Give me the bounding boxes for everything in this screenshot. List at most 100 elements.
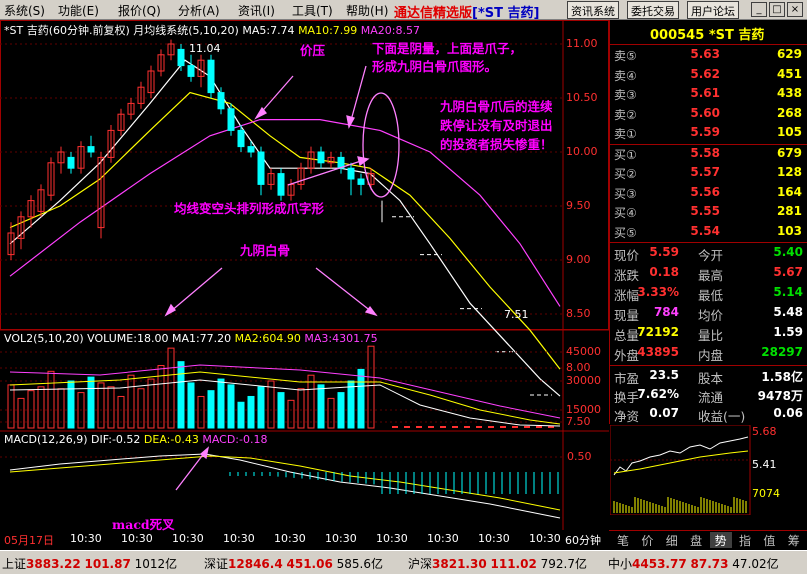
sh-label: 上证: [2, 557, 27, 571]
macd-dea: DEA:-0.43: [143, 433, 199, 446]
sz-index[interactable]: 深证12846.4 451.06 585.6亿: [204, 555, 383, 572]
stat-value: 28297: [761, 345, 803, 359]
ask-row[interactable]: 卖④ 5.62 451: [610, 66, 807, 85]
candle-body: [177, 48, 185, 67]
quote-separator: [610, 44, 807, 45]
stat-value: 1.59: [773, 325, 803, 339]
ask-volume: 105: [776, 125, 802, 139]
fund-key: 收益(一): [698, 409, 746, 424]
tab-1[interactable]: 价: [636, 532, 658, 548]
volume-label: VOL2(5,10,20) VOLUME:18.00: [4, 332, 169, 345]
candle-body: [317, 151, 325, 164]
bid-row[interactable]: 买② 5.57 128: [610, 164, 807, 183]
info-system-button[interactable]: 资讯系统: [567, 1, 619, 19]
menu-quote[interactable]: 报价(Q): [118, 2, 161, 19]
annotation-nine-yin: 九阴白骨: [240, 243, 291, 258]
volume-info-line: VOL2(5,10,20) VOLUME:18.00 MA1:77.20 MA2…: [4, 332, 378, 345]
sh-amount: 1012亿: [134, 557, 178, 571]
bid-volume: 679: [776, 145, 802, 160]
annotation-pressure: 价压: [300, 43, 326, 58]
bid-volume: 281: [776, 204, 802, 218]
tab-5[interactable]: 指: [734, 532, 756, 548]
annotation-claw-2: 形成九阴白骨爪图形。: [372, 59, 498, 74]
fund-key: 股本: [698, 371, 724, 386]
ask-label: 卖④: [614, 68, 637, 83]
volume-bar: [347, 380, 355, 429]
sz-amount: 585.6亿: [336, 557, 383, 571]
hs-index[interactable]: 沪深3821.30 111.02 792.7亿: [408, 555, 587, 572]
time-axis-label: 10:30: [121, 532, 153, 545]
ask-row[interactable]: 卖③ 5.61 438: [610, 85, 807, 104]
sh-index[interactable]: 上证3883.22 101.87 1012亿: [2, 555, 177, 572]
zx-index[interactable]: 中小4453.77 87.73 47.02亿: [608, 555, 779, 572]
tab-6[interactable]: 值: [758, 532, 780, 548]
candle-body: [277, 173, 285, 196]
menu-system[interactable]: 系统(S): [4, 2, 45, 19]
candle-body: [237, 129, 245, 148]
time-axis-label: 10:30: [427, 532, 459, 545]
zx-label: 中小: [608, 557, 633, 571]
candle-body: [67, 156, 75, 169]
tab-0[interactable]: 笔: [612, 532, 634, 548]
time-axis-label: 10:30: [70, 532, 102, 545]
price-axis-label: 9.00: [566, 253, 591, 266]
volume-bar: [237, 401, 245, 429]
time-axis: 05月17日 10:30 10:30 10:30 10:30 10:30 10:30 10:3…: [0, 530, 609, 548]
tab-4[interactable]: 势: [709, 532, 732, 548]
bid-label: 买③: [614, 186, 637, 201]
ask-row[interactable]: 卖② 5.60 268: [610, 105, 807, 124]
stat-value: 5.48: [773, 305, 803, 319]
bid-row[interactable]: 买⑤ 5.54 103: [610, 223, 807, 242]
time-axis-label: 10:30: [325, 532, 357, 545]
minimize-button[interactable]: _: [751, 2, 767, 17]
volume-bar: [97, 382, 105, 429]
ask-volume: 629: [776, 47, 802, 61]
bid-row[interactable]: 买④ 5.55 281: [610, 203, 807, 222]
maximize-button[interactable]: □: [769, 2, 785, 17]
ask-row[interactable]: 卖① 5.59 105: [610, 124, 807, 143]
bid-row[interactable]: 买③ 5.56 164: [610, 184, 807, 203]
ask-label: 卖③: [614, 88, 637, 102]
fund-value: 1.58亿: [761, 370, 803, 384]
stock-code-row: 000545 *ST 吉药: [650, 24, 764, 43]
time-axis-label: 10:30: [478, 532, 510, 545]
volume-bar: [117, 395, 125, 429]
volume-bar: [177, 361, 185, 429]
price-axis-label: 8.00: [566, 361, 591, 374]
hs-label: 沪深: [408, 557, 433, 571]
menu-analysis[interactable]: 分析(A): [178, 2, 220, 19]
time-axis-label: 10:30: [376, 532, 408, 545]
tab-3[interactable]: 盘: [685, 532, 707, 548]
trade-button[interactable]: 委托交易: [627, 1, 679, 19]
ask-row[interactable]: 卖⑤ 5.63 629: [610, 46, 807, 65]
stat-key: 最低: [698, 288, 724, 303]
bid-price: 5.55: [690, 204, 720, 218]
app-stock-tag: [*ST 吉药]: [472, 6, 540, 21]
hs-amount: 792.7亿: [540, 557, 587, 571]
bid-label: 买②: [614, 167, 637, 181]
intraday-mini-chart[interactable]: [610, 425, 807, 515]
tab-2[interactable]: 细: [661, 532, 683, 548]
menu-function[interactable]: 功能(E): [58, 2, 99, 19]
candle-body: [207, 59, 215, 94]
forum-button[interactable]: 用户论坛: [687, 1, 739, 19]
close-button[interactable]: ×: [787, 2, 803, 17]
volume-bar: [257, 386, 265, 429]
period-label[interactable]: 60分钟: [565, 532, 601, 548]
bid-row[interactable]: 买① 5.58 679: [610, 145, 807, 164]
stat-value: 0.18: [649, 265, 679, 279]
menu-help[interactable]: 帮助(H): [346, 2, 388, 19]
tab-7[interactable]: 筹: [783, 532, 805, 548]
ask-price: 5.61: [690, 86, 720, 100]
stock-name: *ST 吉药: [708, 28, 765, 43]
ask-label: 卖⑤: [614, 49, 637, 63]
detail-tabs: 笔价细盘势指值筹: [609, 530, 807, 548]
stat-key: 内盘: [698, 348, 724, 363]
volume-bar: [327, 397, 335, 429]
volume-bar: [267, 380, 275, 429]
fund-value: 23.5: [649, 368, 679, 382]
price-info-line: *ST 吉药(60分钟.前复权) 月均线系统(5,10,20) MA5:7.74…: [4, 22, 420, 38]
menu-tools[interactable]: 工具(T): [292, 2, 333, 19]
menu-info[interactable]: 资讯(I): [238, 2, 275, 19]
ask-label: 卖②: [614, 107, 637, 122]
